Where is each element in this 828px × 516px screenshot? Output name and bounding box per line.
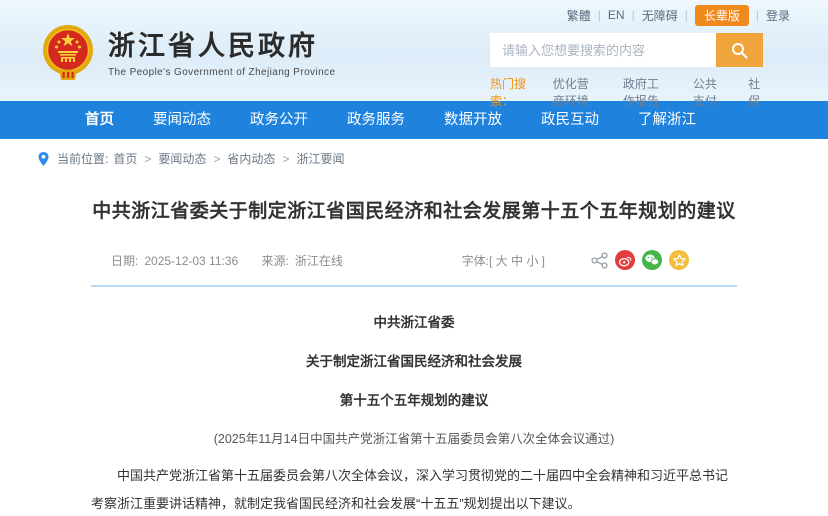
nav-item-home[interactable]: 首页 xyxy=(85,101,114,139)
site-header: 繁體 | EN | 无障碍 | 长辈版 | 登录 浙江省人民政府 The Peo… xyxy=(0,0,828,108)
breadcrumb-separator: > xyxy=(144,151,152,166)
weibo-glyph-icon xyxy=(618,256,631,266)
topbar: 繁體 | EN | 无障碍 | 长辈版 | 登录 xyxy=(567,4,790,26)
doc-heading-line: 中共浙江省委 xyxy=(373,315,455,330)
topbar-separator: | xyxy=(597,8,601,22)
doc-paragraph: 中国共产党浙江省第十五届委员会第八次全体会议，深入学习贯彻党的二十届四中全会精神… xyxy=(91,468,729,511)
font-size-control[interactable]: 字体:[ 大 中 小 ] xyxy=(462,252,545,269)
hot-search-row: 热门搜索： 优化营商环境 政府工作报告 公共支付 社保 xyxy=(490,75,763,109)
topbar-separator: | xyxy=(755,8,759,22)
article-meta-left: 日期: 2025-12-03 11:36 来源: 浙江在线 xyxy=(111,252,349,269)
elder-version-button[interactable]: 长辈版 xyxy=(694,4,749,26)
breadcrumb-news[interactable]: 要闻动态 xyxy=(158,150,206,167)
content-divider xyxy=(91,285,737,287)
article-source: 浙江在线 xyxy=(294,253,343,268)
date-label: 日期: xyxy=(111,253,139,268)
breadcrumb-separator: > xyxy=(282,151,290,166)
search-input[interactable] xyxy=(490,33,716,67)
breadcrumb: 当前位置: 首页 > 要闻动态 > 省内动态 > 浙江要闻 xyxy=(38,150,828,167)
logo-text: 浙江省人民政府 The People's Government of Zheji… xyxy=(108,31,335,78)
search-button[interactable] xyxy=(716,33,763,67)
hot-search-link[interactable]: 公共支付 xyxy=(693,75,722,109)
search-block: 热门搜索： 优化营商环境 政府工作报告 公共支付 社保 xyxy=(490,33,763,109)
login-link[interactable]: 登录 xyxy=(766,7,790,24)
location-pin-icon xyxy=(38,151,49,166)
share-icon[interactable] xyxy=(591,251,608,269)
topbar-separator: | xyxy=(631,8,635,22)
article-meta-right: 字体:[ 大 中 小 ] xyxy=(462,250,689,270)
site-subtitle: The People's Government of Zhejiang Prov… xyxy=(108,66,336,78)
hot-search-link[interactable]: 优化营商环境 xyxy=(553,75,597,109)
topbar-separator: | xyxy=(684,8,688,22)
star-glyph-icon xyxy=(672,253,686,266)
source-label: 来源: xyxy=(261,253,289,268)
breadcrumb-separator: > xyxy=(213,151,221,166)
doc-subtitle: (2025年11月14日中国共产党浙江省第十五届委员会第八次全体会议通过) xyxy=(213,432,615,446)
national-emblem-icon xyxy=(43,25,93,80)
nav-item-services[interactable]: 政务服务 xyxy=(347,101,405,139)
nav-item-gov-affairs[interactable]: 政务公开 xyxy=(250,101,308,139)
lang-traditional-link[interactable]: 繁體 xyxy=(567,7,591,24)
article-title: 中共浙江省委关于制定浙江省国民经济和社会发展第十五个五年规划的建议 xyxy=(92,201,736,222)
site-title: 浙江省人民政府 xyxy=(108,30,318,61)
wechat-glyph-icon xyxy=(645,254,659,266)
qzone-share-icon[interactable] xyxy=(669,250,689,270)
hot-search-label: 热门搜索： xyxy=(490,77,527,108)
site-logo[interactable]: 浙江省人民政府 The People's Government of Zheji… xyxy=(42,24,335,84)
doc-heading-line: 关于制定浙江省国民经济和社会发展 xyxy=(306,354,522,369)
wechat-share-icon[interactable] xyxy=(642,250,662,270)
share-icons xyxy=(591,250,689,270)
hot-search-link[interactable]: 社保 xyxy=(748,75,763,109)
nav-item-news[interactable]: 要闻动态 xyxy=(153,101,211,139)
article-body: 中共浙江省委 关于制定浙江省国民经济和社会发展 第十五个五年规划的建议 (202… xyxy=(91,311,737,516)
lang-english-link[interactable]: EN xyxy=(608,8,625,22)
search-icon xyxy=(732,42,748,58)
breadcrumb-prefix: 当前位置: xyxy=(57,152,109,166)
breadcrumb-provincial[interactable]: 省内动态 xyxy=(227,150,275,167)
article-date: 2025-12-03 11:36 xyxy=(144,253,239,268)
hot-search-link[interactable]: 政府工作报告 xyxy=(623,75,667,109)
doc-heading-line: 第十五个五年规划的建议 xyxy=(339,393,489,408)
breadcrumb-zhejiang-news[interactable]: 浙江要闻 xyxy=(296,150,344,167)
article-meta: 日期: 2025-12-03 11:36 来源: 浙江在线 字体:[ 大 中 小 ] xyxy=(91,250,737,270)
breadcrumb-home[interactable]: 首页 xyxy=(113,150,137,167)
article: 中共浙江省委关于制定浙江省国民经济和社会发展第十五个五年规划的建议 日期: 202… xyxy=(91,196,737,516)
accessibility-link[interactable]: 无障碍 xyxy=(642,7,678,24)
weibo-share-icon[interactable] xyxy=(615,250,635,270)
